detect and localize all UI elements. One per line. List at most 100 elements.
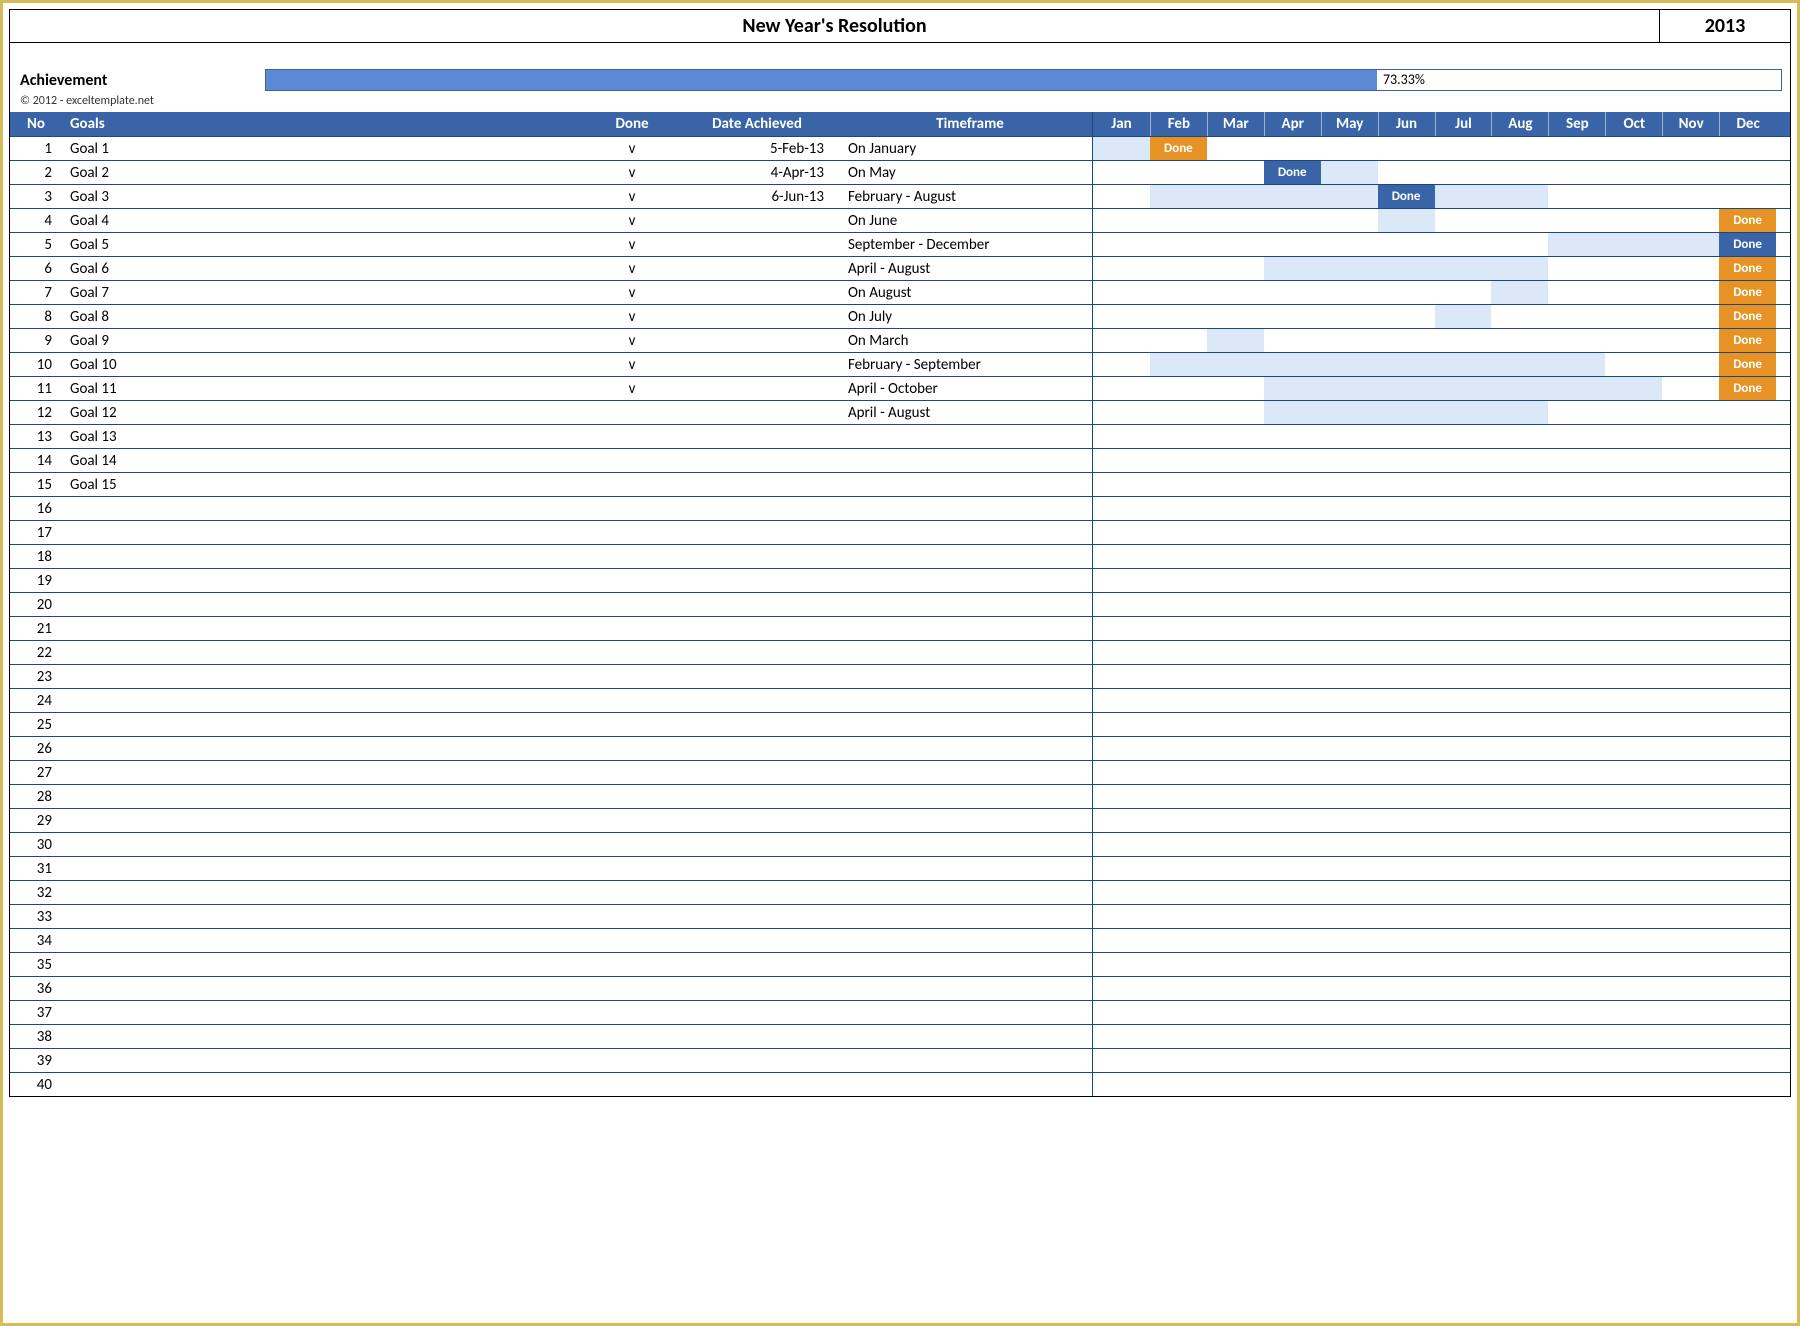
month-cell[interactable] [1207, 401, 1264, 424]
month-cell[interactable] [1321, 833, 1378, 856]
done-cell[interactable] [592, 881, 672, 904]
row-no[interactable]: 38 [10, 1025, 62, 1048]
goal-cell[interactable]: Goal 5 [62, 233, 592, 256]
date-achieved-cell[interactable] [672, 1049, 842, 1072]
month-cell[interactable] [1491, 137, 1548, 160]
done-cell[interactable] [592, 761, 672, 784]
month-cell[interactable] [1605, 1001, 1662, 1024]
month-cell[interactable] [1719, 809, 1776, 832]
month-cell[interactable] [1662, 281, 1719, 304]
month-cell[interactable] [1093, 377, 1150, 400]
month-cell[interactable] [1150, 809, 1207, 832]
month-cell[interactable] [1662, 905, 1719, 928]
month-cell[interactable] [1321, 257, 1378, 280]
month-cell[interactable] [1321, 329, 1378, 352]
month-cell[interactable] [1207, 665, 1264, 688]
month-cell[interactable] [1093, 785, 1150, 808]
month-cell[interactable] [1093, 833, 1150, 856]
month-cell[interactable] [1548, 1073, 1605, 1096]
month-cell[interactable] [1321, 905, 1378, 928]
month-cell[interactable] [1264, 833, 1321, 856]
goal-cell[interactable] [62, 833, 592, 856]
table-row[interactable]: 36 [10, 976, 1790, 1000]
month-cell[interactable] [1321, 689, 1378, 712]
timeframe-cell[interactable]: April - October [842, 377, 1092, 400]
month-cell[interactable] [1207, 305, 1264, 328]
date-achieved-cell[interactable] [672, 377, 842, 400]
month-cell[interactable] [1605, 233, 1662, 256]
date-achieved-cell[interactable] [672, 329, 842, 352]
month-cell[interactable] [1719, 1025, 1776, 1048]
done-cell[interactable] [592, 713, 672, 736]
date-achieved-cell[interactable] [672, 569, 842, 592]
goal-cell[interactable] [62, 545, 592, 568]
month-cell[interactable] [1719, 833, 1776, 856]
table-row[interactable]: 15Goal 15 [10, 472, 1790, 496]
month-cell[interactable] [1548, 881, 1605, 904]
row-no[interactable]: 25 [10, 713, 62, 736]
row-no[interactable]: 19 [10, 569, 62, 592]
month-cell[interactable] [1662, 1025, 1719, 1048]
month-cell[interactable] [1719, 545, 1776, 568]
month-cell[interactable] [1548, 569, 1605, 592]
month-cell[interactable] [1321, 593, 1378, 616]
month-cell[interactable] [1093, 185, 1150, 208]
month-cell[interactable] [1264, 233, 1321, 256]
month-cell[interactable] [1435, 569, 1492, 592]
month-cell[interactable] [1264, 881, 1321, 904]
month-cell[interactable] [1605, 713, 1662, 736]
row-no[interactable]: 37 [10, 1001, 62, 1024]
month-cell[interactable] [1321, 185, 1378, 208]
month-cell[interactable] [1150, 305, 1207, 328]
table-row[interactable]: 17 [10, 520, 1790, 544]
month-cell[interactable] [1093, 593, 1150, 616]
month-cell[interactable] [1321, 857, 1378, 880]
month-cell[interactable] [1548, 641, 1605, 664]
month-cell[interactable] [1093, 521, 1150, 544]
month-cell[interactable] [1150, 281, 1207, 304]
month-cell[interactable] [1378, 833, 1435, 856]
month-cell[interactable] [1378, 353, 1435, 376]
month-cell[interactable] [1491, 401, 1548, 424]
month-cell[interactable] [1321, 977, 1378, 1000]
month-cell[interactable] [1605, 785, 1662, 808]
month-cell[interactable] [1093, 353, 1150, 376]
month-cell[interactable] [1435, 281, 1492, 304]
done-cell[interactable] [592, 449, 672, 472]
month-cell[interactable] [1093, 641, 1150, 664]
row-no[interactable]: 13 [10, 425, 62, 448]
date-achieved-cell[interactable] [672, 977, 842, 1000]
month-cell[interactable] [1093, 689, 1150, 712]
month-cell[interactable] [1207, 713, 1264, 736]
month-cell[interactable] [1491, 665, 1548, 688]
done-cell[interactable] [592, 1073, 672, 1096]
table-row[interactable]: 5Goal 5vSeptember - DecemberDone [10, 232, 1790, 256]
date-achieved-cell[interactable]: 4-Apr-13 [672, 161, 842, 184]
month-cell[interactable] [1548, 809, 1605, 832]
month-cell[interactable] [1321, 161, 1378, 184]
done-cell[interactable] [592, 1001, 672, 1024]
month-cell[interactable] [1264, 905, 1321, 928]
month-cell[interactable] [1435, 353, 1492, 376]
timeframe-cell[interactable] [842, 761, 1092, 784]
month-cell[interactable] [1491, 761, 1548, 784]
month-cell[interactable] [1093, 329, 1150, 352]
month-cell[interactable] [1093, 929, 1150, 952]
month-cell[interactable] [1150, 161, 1207, 184]
month-cell[interactable] [1207, 953, 1264, 976]
date-achieved-cell[interactable] [672, 281, 842, 304]
done-cell[interactable] [592, 689, 672, 712]
month-cell[interactable] [1662, 785, 1719, 808]
timeframe-cell[interactable] [842, 881, 1092, 904]
month-cell[interactable] [1207, 161, 1264, 184]
month-cell[interactable] [1150, 401, 1207, 424]
done-cell[interactable] [592, 809, 672, 832]
timeframe-cell[interactable] [842, 857, 1092, 880]
date-achieved-cell[interactable] [672, 665, 842, 688]
month-cell[interactable] [1378, 209, 1435, 232]
timeframe-cell[interactable]: On June [842, 209, 1092, 232]
month-cell[interactable] [1093, 473, 1150, 496]
month-cell[interactable] [1548, 545, 1605, 568]
goal-cell[interactable] [62, 689, 592, 712]
month-cell[interactable] [1435, 953, 1492, 976]
